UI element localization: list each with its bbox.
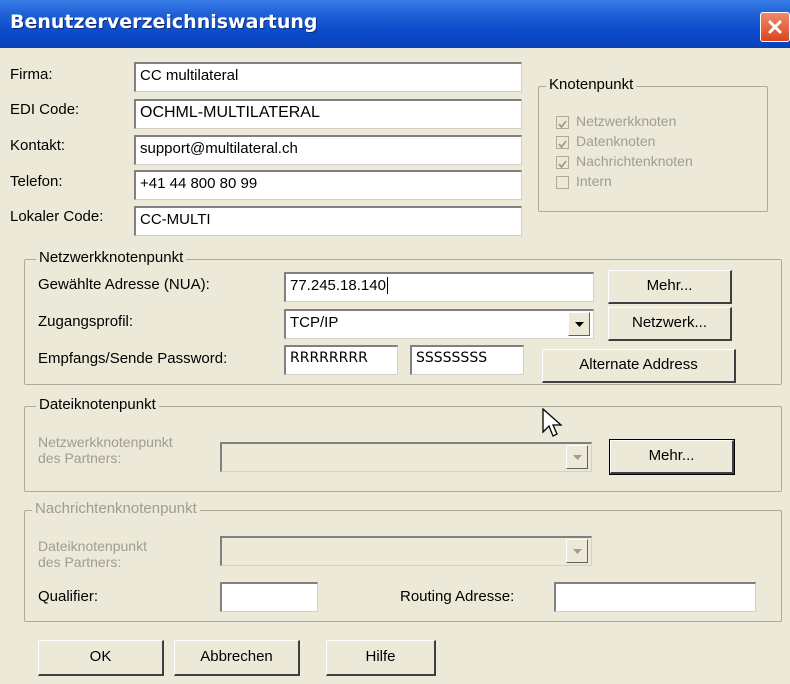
check-icon bbox=[558, 140, 567, 149]
qualifier-input[interactable] bbox=[220, 582, 318, 612]
lokaler-code-input[interactable]: CC-MULTI bbox=[134, 206, 522, 236]
receive-password-input[interactable]: RRRRRRRR bbox=[284, 345, 398, 375]
netzwerkknoten-checkbox[interactable] bbox=[556, 116, 569, 129]
routing-label: Routing Adresse: bbox=[400, 588, 515, 605]
dateiknotenpunkt-legend: Dateiknotenpunkt bbox=[36, 396, 159, 413]
mouse-pointer-icon bbox=[542, 408, 563, 437]
address-input[interactable]: 77.245.18.140 bbox=[284, 272, 594, 302]
kontakt-input[interactable]: support@multilateral.ch bbox=[134, 135, 522, 165]
nachricht-partner-label-2: des Partners: bbox=[38, 554, 122, 570]
netzwerkknoten-label: Netzwerkknoten bbox=[576, 113, 677, 129]
help-button[interactable]: Hilfe bbox=[326, 640, 436, 676]
datei-mehr-button[interactable]: Mehr... bbox=[609, 439, 735, 475]
edi-code-label: EDI Code: bbox=[10, 101, 80, 118]
routing-input[interactable] bbox=[554, 582, 756, 612]
qualifier-label: Qualifier: bbox=[38, 588, 99, 605]
datei-partner-label-1: Netzwerkknotenpunkt bbox=[38, 434, 173, 450]
send-password-input[interactable]: SSSSSSSS bbox=[410, 345, 524, 375]
firma-input[interactable]: CC multilateral bbox=[134, 62, 522, 92]
close-button[interactable] bbox=[760, 12, 790, 42]
title-bar[interactable]: Benutzerverzeichniswartung bbox=[0, 0, 790, 48]
intern-checkbox[interactable] bbox=[556, 176, 569, 189]
edi-code-input[interactable]: OCHML-MULTILATERAL bbox=[134, 99, 522, 129]
cancel-button[interactable]: Abbrechen bbox=[174, 640, 300, 676]
address-value: 77.245.18.140 bbox=[290, 277, 386, 294]
alternate-address-button[interactable]: Alternate Address bbox=[542, 349, 736, 383]
profile-dropdown-button[interactable] bbox=[568, 312, 590, 336]
window-title: Benutzerverzeichniswartung bbox=[10, 11, 318, 33]
text-cursor bbox=[386, 277, 388, 294]
chevron-down-icon bbox=[573, 455, 582, 460]
ok-button[interactable]: OK bbox=[38, 640, 164, 676]
datenknoten-checkbox[interactable] bbox=[556, 136, 569, 149]
kontakt-label: Kontakt: bbox=[10, 137, 66, 154]
profile-label: Zugangsprofil: bbox=[38, 313, 134, 330]
mehr-button[interactable]: Mehr... bbox=[608, 270, 732, 304]
datei-partner-label-2: des Partners: bbox=[38, 450, 122, 466]
nachrichtenknoten-label: Nachrichtenknoten bbox=[576, 153, 693, 169]
datenknoten-label: Datenknoten bbox=[576, 133, 656, 149]
netzwerkknotenpunkt-legend: Netzwerkknotenpunkt bbox=[36, 249, 187, 266]
password-label: Empfangs/Sende Password: bbox=[38, 350, 228, 367]
knotenpunkt-legend: Knotenpunkt bbox=[546, 76, 637, 93]
close-icon bbox=[768, 20, 782, 34]
nachricht-partner-dropdown-button[interactable] bbox=[566, 539, 588, 563]
telefon-label: Telefon: bbox=[10, 173, 63, 190]
netzwerk-button[interactable]: Netzwerk... bbox=[608, 307, 732, 341]
datei-partner-dropdown-button[interactable] bbox=[566, 445, 588, 469]
nachrichtenknoten-checkbox[interactable] bbox=[556, 156, 569, 169]
address-label: Gewählte Adresse (NUA): bbox=[38, 276, 210, 293]
datei-partner-select[interactable] bbox=[220, 442, 592, 472]
telefon-input[interactable]: +41 44 800 80 99 bbox=[134, 170, 522, 200]
nachrichtenknotenpunkt-legend: Nachrichtenknotenpunkt bbox=[32, 500, 200, 517]
knotenpunkt-group bbox=[538, 86, 768, 212]
firma-label: Firma: bbox=[10, 66, 53, 83]
check-icon bbox=[558, 120, 567, 129]
profile-value: TCP/IP bbox=[290, 314, 339, 331]
intern-label: Intern bbox=[576, 173, 612, 189]
nachricht-partner-label-1: Dateiknotenpunkt bbox=[38, 538, 147, 554]
chevron-down-icon bbox=[575, 322, 584, 327]
profile-select[interactable]: TCP/IP bbox=[284, 309, 594, 339]
nachricht-partner-select[interactable] bbox=[220, 536, 592, 566]
check-icon bbox=[558, 160, 567, 169]
chevron-down-icon bbox=[573, 549, 582, 554]
lokaler-code-label: Lokaler Code: bbox=[10, 208, 104, 225]
